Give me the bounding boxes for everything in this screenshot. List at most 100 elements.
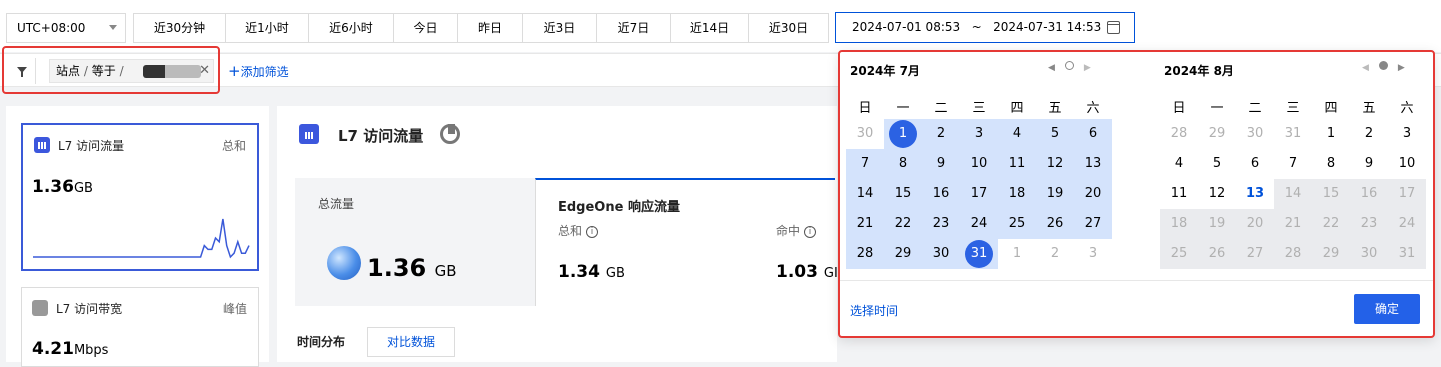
chevron-left-icon[interactable]: ◀ <box>1048 63 1055 73</box>
calendar-day[interactable]: 10 <box>960 149 998 179</box>
calendar-day[interactable]: 4 <box>1160 149 1198 179</box>
calendar-day[interactable]: 14 <box>846 179 884 209</box>
confirm-button[interactable]: 确定 <box>1354 294 1420 324</box>
quick-range-30d[interactable]: 近30日 <box>749 14 828 42</box>
timezone-select[interactable]: UTC+08:00 <box>6 13 126 43</box>
calendar-day[interactable]: 12 <box>1036 149 1074 179</box>
calendar-day: 21 <box>1274 209 1312 239</box>
calendar-day[interactable]: 11 <box>1160 179 1198 209</box>
calendar-day[interactable]: 8 <box>884 149 922 179</box>
calendar-day[interactable]: 20 <box>1074 179 1112 209</box>
calendar-day[interactable]: 10 <box>1388 149 1426 179</box>
calendar-day[interactable]: 11 <box>998 149 1036 179</box>
calendar-day[interactable]: 30 <box>846 119 884 149</box>
weekday-label: 日 <box>858 101 872 116</box>
quick-range-1h[interactable]: 近1小时 <box>226 14 309 42</box>
metric-card-bandwidth[interactable]: L7 访问带宽 峰值 4.21Mbps <box>21 287 259 367</box>
calendar-day[interactable]: 15 <box>884 179 922 209</box>
weekday-label: 三 <box>1286 101 1300 116</box>
timezone-value: UTC+08:00 <box>17 21 86 35</box>
quick-range-7d[interactable]: 近7日 <box>597 14 671 42</box>
calendar-day[interactable]: 9 <box>1350 149 1388 179</box>
calendar-day[interactable]: 22 <box>884 209 922 239</box>
calendar-day[interactable]: 8 <box>1312 149 1350 179</box>
calendar-day[interactable]: 28 <box>1160 119 1198 149</box>
calendar-day[interactable]: 2 <box>1350 119 1388 149</box>
calendar-day[interactable]: 26 <box>1036 209 1074 239</box>
calendar-day[interactable]: 3 <box>1388 119 1426 149</box>
calendar-day[interactable]: 3 <box>960 119 998 149</box>
calendar-day[interactable]: 5 <box>1198 149 1236 179</box>
weekday-label: 二 <box>934 101 948 116</box>
calendar-day[interactable]: 1 <box>1312 119 1350 149</box>
edgeone-traffic-card: EdgeOne 响应流量 总和 i 命中 i 1.34 GB 1.03 GI <box>535 178 838 306</box>
calendar-icon[interactable] <box>1107 21 1120 34</box>
calendar-day[interactable]: 5 <box>1036 119 1074 149</box>
bar-chart-icon <box>34 137 50 153</box>
left-month-title: 2024年 7月 <box>850 64 920 78</box>
calendar-day[interactable]: 30 <box>922 239 960 269</box>
calendar-day[interactable]: 12 <box>1198 179 1236 209</box>
quick-range-14d[interactable]: 近14日 <box>671 14 749 42</box>
calendar-day[interactable]: 4 <box>998 119 1036 149</box>
calendar-day[interactable]: 30 <box>1236 119 1274 149</box>
quick-range-yesterday[interactable]: 昨日 <box>458 14 523 42</box>
calendar-day[interactable]: 31 <box>1274 119 1312 149</box>
weekday-label: 四 <box>1324 101 1338 116</box>
calendar-day[interactable]: 9 <box>922 149 960 179</box>
chevron-right-icon[interactable]: ▶ <box>1084 63 1091 73</box>
calendar-day[interactable]: 28 <box>846 239 884 269</box>
calendar-day[interactable]: 3 <box>1074 239 1112 269</box>
calendar-day[interactable]: 29 <box>884 239 922 269</box>
select-time-link[interactable]: 选择时间 <box>850 302 898 319</box>
compare-button[interactable]: 对比数据 <box>367 327 455 357</box>
calendar-day[interactable]: 21 <box>846 209 884 239</box>
date-range-input[interactable]: 2024-07-01 08:53 ~ 2024-07-31 14:53 <box>835 12 1135 43</box>
metric-card-traffic[interactable]: L7 访问流量 总和 1.36GB <box>21 123 259 271</box>
calendar-day[interactable]: 18 <box>998 179 1036 209</box>
calendar-day: 29 <box>1312 239 1350 269</box>
calendar-day[interactable]: 29 <box>1198 119 1236 149</box>
right-month-title: 2024年 8月 <box>1164 64 1234 78</box>
bar-chart-icon <box>299 124 319 144</box>
calendar-day: 23 <box>1350 209 1388 239</box>
hit-label: 命中 i <box>776 222 817 239</box>
calendar-day[interactable]: 13 <box>1074 149 1112 179</box>
calendar-day[interactable]: 19 <box>1036 179 1074 209</box>
calendar-day: 20 <box>1236 209 1274 239</box>
quick-range-6h[interactable]: 近6小时 <box>309 14 394 42</box>
info-icon: i <box>586 226 599 238</box>
calendar-day[interactable]: 6 <box>1236 149 1274 179</box>
calendar-day[interactable]: 31 <box>960 239 998 269</box>
calendar-day[interactable]: 2 <box>1036 239 1074 269</box>
calendar-day[interactable]: 16 <box>922 179 960 209</box>
calendar-day[interactable]: 13 <box>1236 179 1274 209</box>
quick-range-3d[interactable]: 近3日 <box>523 14 597 42</box>
calendar-day[interactable]: 24 <box>960 209 998 239</box>
pie-chart-icon[interactable] <box>440 124 460 144</box>
weekday-label: 六 <box>1086 101 1100 116</box>
calendar-day[interactable]: 7 <box>1274 149 1312 179</box>
add-filter-button[interactable]: +添加筛选 <box>228 62 289 80</box>
calendar-day[interactable]: 7 <box>846 149 884 179</box>
date-picker-popup: 2024年 7月 ◀ ▶ 2024年 8月 ◀ ▶ 日一二三四五六 30 1 2 3 4 5 6 7… <box>838 50 1435 338</box>
calendar-day[interactable]: 1 <box>998 239 1036 269</box>
left-month-nav: ◀ ▶ <box>1048 61 1091 73</box>
chevron-left-icon[interactable]: ◀ <box>1362 63 1369 73</box>
calendar-day[interactable]: 6 <box>1074 119 1112 149</box>
calendar-day[interactable]: 1 <box>884 119 922 149</box>
card-agg: 峰值 <box>222 302 247 316</box>
calendar-day[interactable]: 17 <box>960 179 998 209</box>
current-month-icon[interactable] <box>1378 61 1388 70</box>
chevron-right-icon[interactable]: ▶ <box>1398 63 1405 73</box>
current-month-icon[interactable] <box>1064 61 1074 70</box>
calendar-day: 25 <box>1160 239 1198 269</box>
weekday-label: 二 <box>1248 101 1262 116</box>
calendar-day[interactable]: 2 <box>922 119 960 149</box>
calendar-day[interactable]: 23 <box>922 209 960 239</box>
calendar-day[interactable]: 27 <box>1074 209 1112 239</box>
calendar-day[interactable]: 25 <box>998 209 1036 239</box>
card-value: 1.36GB <box>32 177 93 197</box>
quick-range-30m[interactable]: 近30分钟 <box>134 14 226 42</box>
quick-range-today[interactable]: 今日 <box>394 14 458 42</box>
